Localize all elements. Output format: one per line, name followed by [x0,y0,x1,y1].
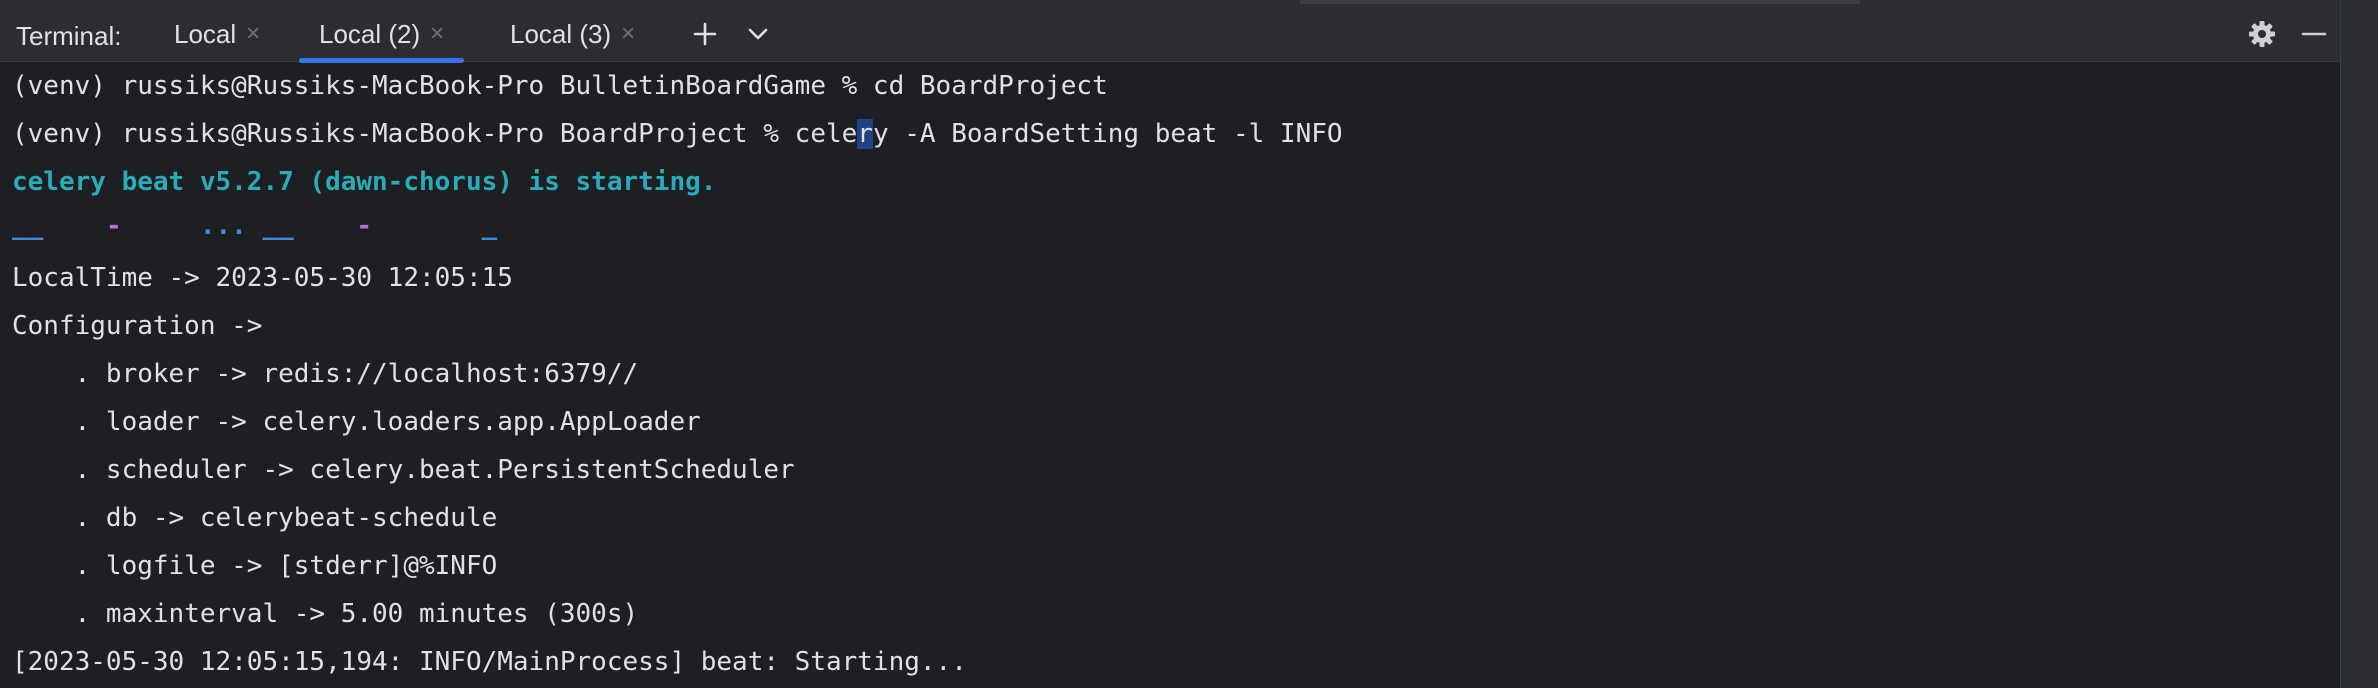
banner-fragment: - [356,211,373,241]
tab-label: Local (2) [319,18,421,49]
close-icon[interactable]: × [430,20,444,48]
terminal-line-command: (venv) russiks@Russiks-MacBook-Pro Board… [12,110,1343,158]
terminal-panel: Terminal: Local × Local (2) × Local (3) … [0,0,2340,688]
tab-label: Local (3) [510,18,612,49]
banner-fragment: __ [12,211,44,241]
command-text: (venv) russiks@Russiks-MacBook-Pro Board… [12,119,858,149]
terminal-tab-bar: Terminal: Local × Local (2) × Local (3) … [0,6,2340,63]
terminal-line-startup: celery beat v5.2.7 (dawn-chorus) is star… [12,167,717,197]
gear-icon[interactable] [2246,18,2278,50]
banner-fragment: _ [481,211,498,241]
close-icon[interactable]: × [246,20,260,48]
terminal-line: . maxinterval -> 5.00 minutes (300s) [12,599,639,629]
terminal-line: . db -> celerybeat-schedule [12,503,498,533]
terminal-line: (venv) russiks@Russiks-MacBook-Pro Bulle… [12,71,1108,101]
celery-banner: __ - ... __ - _ [12,202,497,250]
minimize-icon[interactable] [2298,18,2330,50]
tab-label: Local [174,18,237,49]
right-tool-strip [2340,0,2378,688]
terminal-line: . logfile -> [stderr]@%INFO [12,551,498,581]
terminal-window: Terminal: Local × Local (2) × Local (3) … [0,0,2378,688]
tab-local[interactable]: Local × [174,6,260,62]
command-text: y -A BoardSetting beat -l INFO [872,119,1343,149]
terminal-output[interactable]: (venv) russiks@Russiks-MacBook-Pro Bulle… [0,62,2340,688]
terminal-line: . scheduler -> celery.beat.PersistentSch… [12,455,795,485]
banner-fragment: - [105,211,122,241]
text-cursor: r [857,119,873,149]
chevron-down-icon[interactable] [742,18,774,50]
tab-local-2[interactable]: Local (2) × [298,6,465,63]
terminal-line: . loader -> celery.loaders.app.AppLoader [12,407,701,437]
plus-icon[interactable] [689,18,721,50]
close-icon[interactable]: × [621,20,635,48]
terminal-line: Configuration -> [12,311,263,341]
terminal-line: . broker -> redis://localhost:6379// [12,359,639,389]
terminal-line: LocalTime -> 2023-05-30 12:05:15 [12,263,513,293]
top-scroll-indicator [1300,0,1860,4]
tool-window-title: Terminal: [16,21,122,51]
terminal-line: [2023-05-30 12:05:15,194: INFO/MainProce… [12,647,967,677]
banner-fragment: ... __ [199,211,294,241]
tab-local-3[interactable]: Local (3) × [510,6,635,62]
